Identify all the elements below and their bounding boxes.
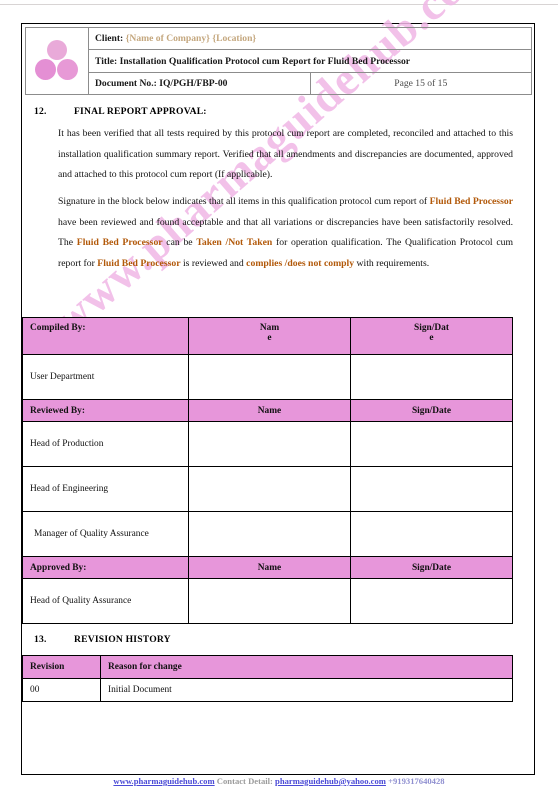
paragraph-verification: It has been verified that all tests requ… <box>58 128 513 180</box>
document-header-table: Client: {Name of Company} {Location} Tit… <box>25 27 532 95</box>
table-row: Reviewed By: Name Sign/Date <box>22 399 513 422</box>
p2-text-1: Signature in the block below indicates t… <box>58 196 430 207</box>
footer-email-link[interactable]: pharmaguidehub@yahoo.com <box>275 776 386 786</box>
page-top-edge <box>0 0 558 5</box>
name-header-line2: e <box>267 333 272 343</box>
compiled-by-sign-header: Sign/Dat e <box>350 317 513 355</box>
name-field-head-qa[interactable] <box>188 578 351 624</box>
approved-by-name-header: Name <box>188 556 351 579</box>
name-field-head-of-engineering[interactable] <box>188 466 351 512</box>
name-header-line1: Nam <box>259 323 280 333</box>
table-row: User Department <box>22 354 513 400</box>
table-row: Head of Engineering <box>22 466 513 512</box>
footer-website-link[interactable]: www.pharmaguidehub.com <box>113 776 214 786</box>
sign-header-line2: e <box>429 333 434 343</box>
revision-column-header: Revision <box>22 655 101 679</box>
section-12-number: 12. <box>34 106 47 117</box>
compiled-by-name-header: Nam e <box>188 317 351 355</box>
header-client-row: Client: {Name of Company} {Location} <box>88 27 532 50</box>
name-field-manager-qa[interactable] <box>188 511 351 557</box>
table-row: Approved By: Name Sign/Date <box>22 556 513 579</box>
table-row: Revision Reason for change <box>22 655 513 679</box>
company-logo-icon <box>34 40 80 82</box>
revision-history-table: Revision Reason for change 00 Initial Do… <box>22 655 513 702</box>
role-manager-of-quality-assurance: Manager of Quality Assurance <box>22 511 189 557</box>
footer-phone: +919317640428 <box>388 776 445 786</box>
reviewed-by-sign-header: Sign/Date <box>350 399 513 422</box>
reason-value: Initial Document <box>100 678 513 702</box>
section-13-heading: 13. REVISION HISTORY <box>34 634 171 645</box>
table-row: Head of Production <box>22 421 513 467</box>
document-page: www.pharmaguidehub.com Client: {Name of … <box>0 0 558 794</box>
client-company: {Name of Company} <box>125 33 210 44</box>
header-document-no: Document No.: IQ/PGH/FBP-00 <box>88 72 311 95</box>
page-footer: www.pharmaguidehub.com Contact Detail: p… <box>0 776 558 786</box>
header-page-number: Page 15 of 15 <box>309 72 532 95</box>
table-row: Head of Quality Assurance <box>22 578 513 624</box>
p2-text-6: with requirements. <box>354 257 430 269</box>
sign-field-manager-qa[interactable] <box>350 511 513 557</box>
approval-signature-table: Compiled By: Nam e Sign/Dat e User Depar… <box>22 317 513 624</box>
reason-column-header: Reason for change <box>100 655 513 679</box>
sign-field-head-of-production[interactable] <box>350 421 513 467</box>
section-13-title: REVISION HISTORY <box>74 634 171 645</box>
compiled-by-label: Compiled By: <box>22 317 189 355</box>
table-row: Manager of Quality Assurance <box>22 511 513 557</box>
footer-contact-label: Contact Detail: <box>216 776 273 786</box>
section-13-number: 13. <box>34 634 47 645</box>
header-title-row: Title: Installation Qualification Protoc… <box>88 49 532 73</box>
table-row: 00 Initial Document <box>22 678 513 702</box>
sign-header-line1: Sign/Dat <box>414 323 449 333</box>
role-head-of-engineering: Head of Engineering <box>22 466 189 512</box>
sign-field-head-qa[interactable] <box>350 578 513 624</box>
revision-value: 00 <box>22 678 101 702</box>
p2-highlight-4: Fluid Bed Processor <box>97 257 181 269</box>
p2-text-5: is reviewed and <box>180 257 247 269</box>
approved-by-sign-header: Sign/Date <box>350 556 513 579</box>
section-12-heading: 12. FINAL REPORT APPROVAL: <box>34 106 207 117</box>
reviewed-by-name-header: Name <box>188 399 351 422</box>
paragraph-signature: Signature in the block below indicates t… <box>58 192 513 274</box>
p2-highlight-3: Taken /Not Taken <box>196 237 273 248</box>
name-field-user-department[interactable] <box>188 354 351 400</box>
section-12-title: FINAL REPORT APPROVAL: <box>74 106 207 117</box>
role-user-department: User Department <box>22 354 189 400</box>
reviewed-by-label: Reviewed By: <box>22 399 189 422</box>
role-head-of-quality-assurance: Head of Quality Assurance <box>22 578 189 624</box>
role-head-of-production: Head of Production <box>22 421 189 467</box>
p2-highlight-5: complies /does not comply <box>246 257 355 269</box>
sign-field-head-of-engineering[interactable] <box>350 466 513 512</box>
sign-field-user-department[interactable] <box>350 354 513 400</box>
approved-by-label: Approved By: <box>22 556 189 579</box>
client-label: Client: <box>95 33 124 44</box>
p2-text-3: can be <box>162 237 197 248</box>
name-field-head-of-production[interactable] <box>188 421 351 467</box>
p2-highlight-1: Fluid Bed Processor <box>429 196 513 207</box>
p2-highlight-2: Fluid Bed Processor <box>76 237 163 248</box>
table-row: Compiled By: Nam e Sign/Dat e <box>22 317 513 355</box>
client-location: {Location} <box>212 33 257 44</box>
logo-cell <box>25 27 89 95</box>
